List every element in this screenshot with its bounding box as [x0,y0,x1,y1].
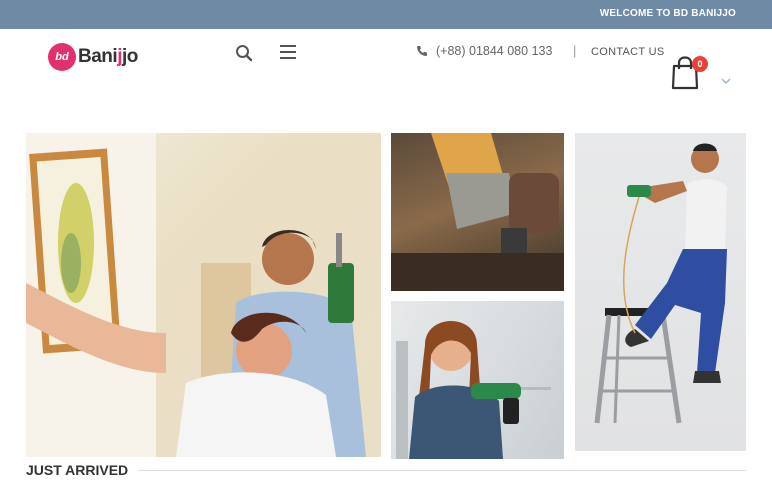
banner-man-on-ladder[interactable] [575,133,746,451]
top-bar: WELCOME TO BD BANIJJO [0,0,772,29]
logo-wordmark: Banijjo [78,46,138,67]
banner-gloved-hands-drill[interactable] [391,133,564,291]
phone-icon [417,46,427,56]
phone-contact: (+88) 01844 080 133 [416,44,552,58]
logo-mark: bd [48,43,76,71]
cart-count-badge: 0 [692,56,708,72]
banner-couple-hanging-picture[interactable] [26,133,381,457]
section-title-just-arrived: JUST ARRIVED [26,462,129,478]
phone-number: (+88) 01844 080 133 [436,44,553,58]
contact-us-link[interactable]: CONTACT US [591,46,665,58]
header-separator: | [573,43,577,58]
search-icon[interactable] [235,44,255,64]
menu-icon[interactable] [280,45,296,61]
site-logo[interactable]: bd Banijjo [48,42,138,72]
banner-woman-with-drill[interactable] [391,301,564,459]
chevron-down-icon[interactable] [721,72,731,84]
welcome-text: WELCOME TO BD BANIJJO [599,8,736,19]
section-divider [138,470,746,471]
